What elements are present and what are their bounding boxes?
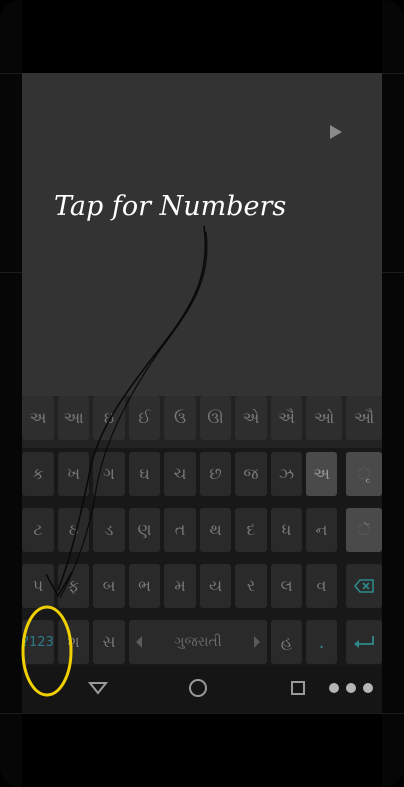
screen: Tap for Numbers અ આ ઇ ઈ ઉ ઊ એ ઐ ઓ ઔ ક ખ … [22, 73, 382, 713]
key[interactable]: ફ [58, 564, 89, 608]
key[interactable]: સ [93, 620, 125, 664]
more-button[interactable] [328, 676, 374, 700]
key[interactable]: ન [306, 508, 337, 552]
play-icon[interactable] [328, 124, 344, 140]
key[interactable]: એ [235, 396, 267, 440]
key[interactable]: થ [200, 508, 231, 552]
key[interactable]: ઈ [129, 396, 160, 440]
key[interactable]: જ [235, 452, 267, 496]
key[interactable]: ખ [58, 452, 89, 496]
key[interactable]: હ [271, 620, 302, 664]
back-button[interactable] [86, 676, 110, 700]
period-key[interactable]: . [306, 620, 337, 664]
key[interactable]: ગ [93, 452, 125, 496]
divider [0, 713, 404, 714]
key[interactable]: ચ [164, 452, 196, 496]
key[interactable]: ઘ [129, 452, 160, 496]
key[interactable]: મ [164, 564, 196, 608]
consonant-row-2: ટ ઠ ડ ણ ત થ દ ધ ન ૅ [22, 508, 382, 560]
key[interactable]: ઇ [93, 396, 125, 440]
key[interactable]: છ [200, 452, 231, 496]
key[interactable]: ઝ [271, 452, 302, 496]
key[interactable]: અ [306, 452, 337, 496]
phone-frame: Tap for Numbers અ આ ઇ ઈ ઉ ઊ એ ઐ ઓ ઔ ક ખ … [0, 0, 404, 787]
chevron-right-icon[interactable] [253, 635, 261, 649]
language-label: ગુજરાતી [174, 634, 222, 650]
consonant-row-1: ક ખ ગ ઘ ચ છ જ ઝ અ ૃ [22, 452, 382, 504]
key[interactable]: વ [306, 564, 337, 608]
key[interactable]: ઊ [200, 396, 231, 440]
key[interactable]: આ [58, 396, 89, 440]
key[interactable]: ઐ [271, 396, 302, 440]
key[interactable]: દ [235, 508, 267, 552]
home-icon [189, 679, 207, 697]
key[interactable]: ત [164, 508, 196, 552]
vowel-row: અ આ ઇ ઈ ઉ ઊ એ ઐ ઓ ઔ [22, 396, 382, 448]
numbers-key[interactable]: ?123 [22, 620, 54, 664]
spacebar-language-switch[interactable]: ગુજરાતી [129, 620, 267, 664]
key[interactable]: ર [235, 564, 267, 608]
key[interactable]: ભ [129, 564, 160, 608]
key[interactable]: ણ [129, 508, 160, 552]
home-button[interactable] [186, 676, 210, 700]
more-icon [329, 683, 373, 693]
tutorial-overlay: Tap for Numbers [22, 73, 382, 396]
key[interactable]: શ [58, 620, 89, 664]
key[interactable]: ઠ [58, 508, 89, 552]
consonant-row-3: પ ફ બ ભ મ ય ર લ વ [22, 564, 382, 616]
left-bezel [0, 0, 22, 787]
back-icon [88, 682, 108, 695]
recents-button[interactable] [286, 676, 310, 700]
backspace-key[interactable] [346, 564, 382, 608]
key[interactable]: ક [22, 452, 54, 496]
enter-key[interactable] [346, 620, 382, 664]
recents-icon [291, 681, 305, 695]
key[interactable]: ૅ [346, 508, 382, 552]
key[interactable]: ડ [93, 508, 125, 552]
gujarati-keyboard: અ આ ઇ ઈ ઉ ઊ એ ઐ ઓ ઔ ક ખ ગ ઘ ચ છ જ ઝ અ ૃ … [22, 396, 382, 666]
key[interactable]: બ [93, 564, 125, 608]
bottom-row: ?123 શ સ ગુજરાતી હ . [22, 620, 382, 672]
key[interactable]: ૃ [346, 452, 382, 496]
chevron-left-icon[interactable] [135, 635, 143, 649]
right-bezel [382, 0, 404, 787]
backspace-icon [354, 579, 374, 593]
key[interactable]: ઔ [346, 396, 382, 440]
key[interactable]: ય [200, 564, 231, 608]
key[interactable]: અ [22, 396, 54, 440]
tutorial-hint: Tap for Numbers [54, 191, 287, 222]
key[interactable]: ઉ [164, 396, 196, 440]
navigation-bar [22, 666, 382, 713]
key[interactable]: ઓ [306, 396, 342, 440]
key[interactable]: ધ [271, 508, 302, 552]
key[interactable]: પ [22, 564, 54, 608]
key[interactable]: લ [271, 564, 302, 608]
key[interactable]: ટ [22, 508, 54, 552]
enter-icon [354, 636, 374, 648]
